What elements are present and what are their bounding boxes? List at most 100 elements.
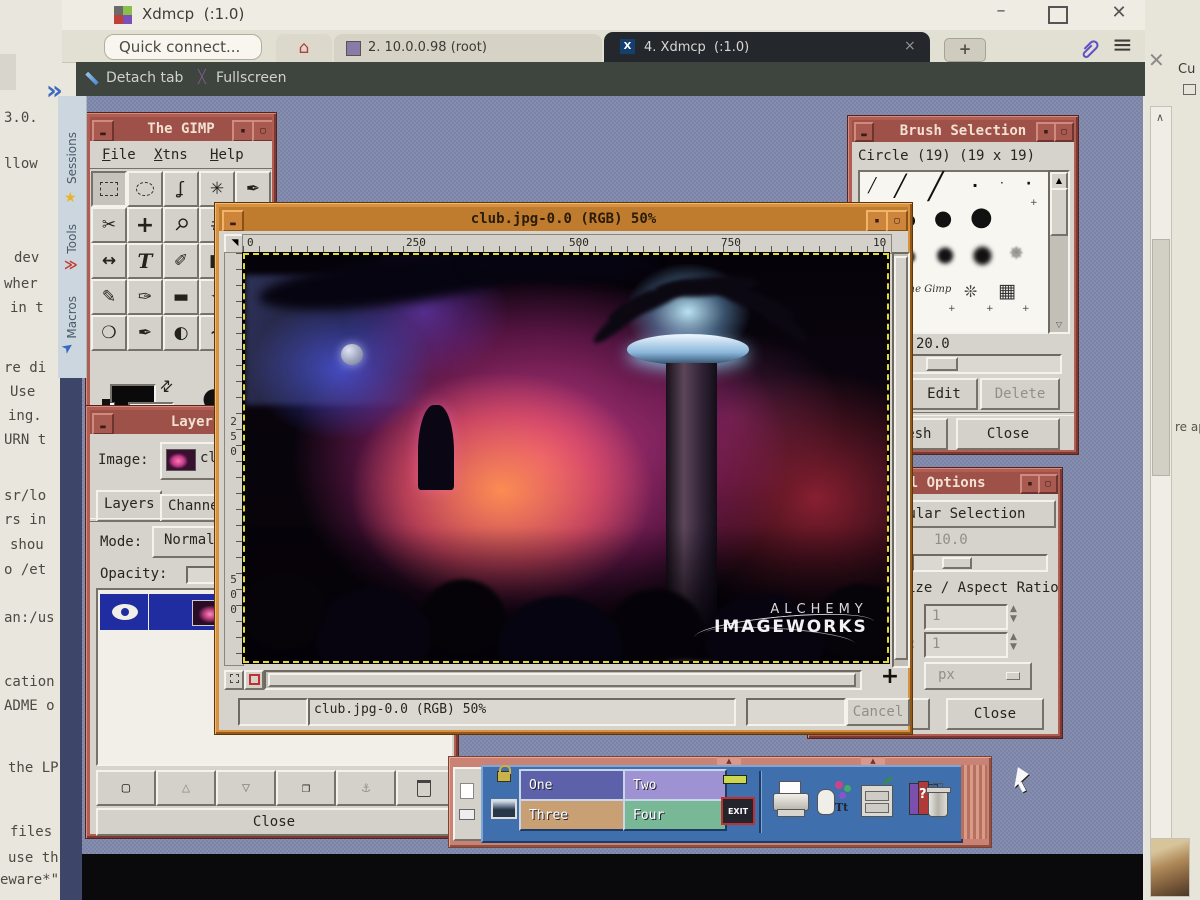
style-manager-icon[interactable]: Tt	[815, 779, 855, 821]
quick-connect-input[interactable]: Quick connect...	[104, 34, 262, 60]
image-titlebar[interactable]: club.jpg-0.0 (RGB) 50% ▂ ▪ ▢	[219, 207, 908, 231]
tool-text[interactable]: T	[127, 243, 163, 279]
brush-close-button[interactable]: Close	[956, 418, 1060, 450]
tool-eraser[interactable]: ▬	[163, 279, 199, 315]
hamburger-menu-icon[interactable]: ≡	[1112, 30, 1133, 59]
workspace-button-one[interactable]: One	[519, 769, 631, 801]
v-scrollbar-thumb[interactable]	[894, 256, 908, 660]
spacing-slider-thumb[interactable]	[926, 357, 958, 371]
brush-titlebar[interactable]: Brush Selection ▂ ▪ ▢	[852, 120, 1074, 142]
sidebar-item-sessions[interactable]: Sessions	[65, 132, 79, 184]
detach-tab-button[interactable]: Detach tab	[106, 70, 183, 86]
logo-quad	[114, 6, 123, 15]
height-field[interactable]: 1	[924, 632, 1008, 658]
lower-layer-button[interactable]: ▽	[216, 770, 276, 806]
new-tab-button[interactable]: +	[944, 38, 986, 62]
scroll-down-button[interactable]: ▽	[1052, 318, 1066, 332]
window-menu-button[interactable]: ▂	[92, 120, 114, 141]
tool-rect-select[interactable]	[91, 171, 127, 207]
workspace-button-four[interactable]: Four	[623, 799, 727, 831]
toolbox-titlebar[interactable]: The GIMP ▂ ▪ ▢	[90, 117, 272, 141]
paperclip-icon[interactable]	[1078, 36, 1100, 60]
tool-free-select[interactable]: ʆ	[163, 171, 199, 207]
menu-file[interactable]: File	[102, 147, 136, 163]
h-scrollbar-thumb[interactable]	[268, 673, 856, 687]
tool-convolve[interactable]: ❍	[91, 315, 127, 351]
width-spinner[interactable]: ▲▼	[1010, 604, 1017, 624]
swap-colors-icon[interactable]: ⇄	[155, 375, 177, 397]
tool-paintbrush[interactable]: ✑	[127, 279, 163, 315]
anchor-layer-button[interactable]: ⚓	[336, 770, 396, 806]
window-minimize-button[interactable]: ▪	[1020, 474, 1040, 494]
duplicate-layer-button[interactable]: ❐	[276, 770, 336, 806]
cancel-button[interactable]: Cancel	[846, 698, 910, 726]
exit-button[interactable]: EXIT	[721, 797, 755, 825]
tools-icon: ≫	[64, 258, 78, 273]
delete-brush-button[interactable]: Delete	[980, 378, 1060, 410]
window-menu-button[interactable]: ▂	[92, 413, 114, 434]
tool-fuzzy-select[interactable]: ✳	[199, 171, 235, 207]
workspace-button-three[interactable]: Three	[519, 799, 631, 831]
tab-close-icon[interactable]: ×	[904, 38, 916, 54]
tab-home[interactable]: ⌂	[276, 34, 332, 62]
tool-ink[interactable]: ✒	[127, 315, 163, 351]
brush-scrollbar[interactable]: ▲ ▽	[1048, 170, 1070, 334]
window-maximize-button[interactable]: ▢	[1054, 122, 1074, 142]
canvas[interactable]: ALCHEMY IMAGEWORKS	[242, 252, 890, 664]
menu-xtns[interactable]: Xtns	[154, 147, 188, 163]
unit-dropdown[interactable]: px	[924, 662, 1032, 690]
app-drawer-icon[interactable]	[859, 781, 895, 819]
tool-ellipse-select[interactable]	[127, 171, 163, 207]
window-maximize-button[interactable]: ▢	[1038, 474, 1058, 494]
radius-slider[interactable]	[912, 554, 1048, 572]
sidebar-item-macros[interactable]: Macros	[65, 296, 79, 339]
close-button[interactable]: ✕	[1106, 2, 1132, 28]
window-menu-button[interactable]: ▂	[854, 122, 874, 142]
tool-color-picker[interactable]: ✐	[163, 243, 199, 279]
scrollbar-thumb[interactable]	[1050, 188, 1068, 236]
window-minimize-button[interactable]: ▪	[232, 120, 254, 141]
tool-pencil[interactable]: ✎	[91, 279, 127, 315]
nav-preview-button[interactable]: +	[876, 666, 904, 690]
sidebar-item-tools[interactable]: Tools	[65, 224, 79, 254]
tab-xdmcp-active[interactable]: X 4. Xdmcp (:1.0) ×	[604, 32, 930, 62]
spacing-slider[interactable]	[906, 354, 1062, 374]
new-layer-button[interactable]: ▢	[96, 770, 156, 806]
menu-help[interactable]: Help	[210, 147, 244, 163]
screen-icon[interactable]	[491, 799, 517, 819]
tool-dodge-burn[interactable]: ◐	[163, 315, 199, 351]
layers-close-button[interactable]: Close	[96, 808, 452, 836]
fullscreen-button[interactable]: Fullscreen	[216, 70, 286, 86]
lasso-icon: ʆ	[178, 179, 184, 199]
tool-move[interactable]: +	[127, 207, 163, 243]
panel-right-handle[interactable]	[961, 765, 987, 839]
window-minimize-button[interactable]: ▪	[866, 210, 888, 231]
tool-scissors[interactable]: ✂	[91, 207, 127, 243]
trash-bin-icon[interactable]	[924, 783, 952, 819]
window-maximize-button[interactable]: ▢	[886, 210, 908, 231]
window-menu-button[interactable]: ▂	[222, 210, 244, 231]
raise-layer-button[interactable]: △	[156, 770, 216, 806]
width-field[interactable]: 1	[924, 604, 1008, 630]
window-minimize-button[interactable]: ▪	[1036, 122, 1056, 142]
bezier-icon: ✒	[246, 179, 260, 199]
v-scrollbar[interactable]	[892, 252, 910, 668]
h-scrollbar[interactable]	[264, 670, 862, 690]
tool-magnify[interactable]: ⚲	[163, 207, 199, 243]
tool-options-close-button[interactable]: Close	[946, 698, 1044, 730]
edit-brush-button[interactable]: Edit	[910, 378, 978, 410]
qmask-on-button[interactable]	[244, 670, 264, 690]
height-spinner[interactable]: ▲▼	[1010, 632, 1017, 652]
window-maximize-button[interactable]: ▢	[252, 120, 272, 141]
maximize-button[interactable]	[1048, 6, 1068, 24]
tool-bezier-select[interactable]: ✒	[235, 171, 271, 207]
qmask-off-button[interactable]	[224, 670, 244, 690]
minimize-button[interactable]: –	[988, 0, 1014, 26]
radius-slider-thumb[interactable]	[942, 557, 972, 569]
printer-icon[interactable]	[771, 781, 809, 819]
panel-left-slot[interactable]	[453, 767, 483, 841]
workspace-button-two[interactable]: Two	[623, 769, 727, 801]
delete-layer-button[interactable]	[396, 770, 452, 806]
tool-flip[interactable]: ↔	[91, 243, 127, 279]
tab-remote-session[interactable]: 2. 10.0.0.98 (root)	[334, 34, 602, 62]
